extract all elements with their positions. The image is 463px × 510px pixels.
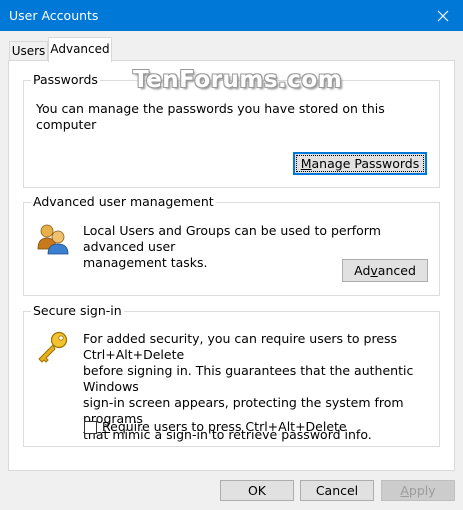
tab-advanced-label: Advanced (50, 42, 110, 56)
manage-passwords-button[interactable]: Manage Passwords (293, 152, 427, 175)
ok-button-label: OK (247, 483, 267, 498)
require-ctrl-alt-delete-checkbox[interactable] (84, 421, 97, 434)
require-ctrl-alt-delete-text: equire users to press Ctrl+Alt+Delete (110, 419, 347, 434)
advanced-user-management-group: Advanced user management Local Users and… (23, 194, 440, 296)
apply-button-label: pply (408, 483, 436, 498)
apply-button[interactable]: Apply (381, 480, 455, 501)
cancel-button[interactable]: Cancel (300, 480, 374, 501)
title-bar: User Accounts (0, 0, 463, 31)
advanced-button-label-prefix: Ad (354, 263, 371, 278)
secure-signin-title: Secure sign-in (31, 303, 124, 318)
passwords-group-title: Passwords (31, 72, 100, 87)
key-icon (38, 331, 68, 363)
tab-users[interactable]: Users (9, 41, 48, 61)
tab-panel-advanced: Passwords You can manage the passwords y… (8, 60, 455, 471)
require-ctrl-alt-delete-mnemonic: R (102, 419, 111, 434)
passwords-description: You can manage the passwords you have st… (36, 101, 385, 132)
tab-advanced[interactable]: Advanced (48, 37, 112, 62)
advanced-user-management-title: Advanced user management (31, 194, 216, 209)
close-button[interactable] (423, 0, 463, 31)
users-group-icon (37, 224, 69, 255)
ok-button[interactable]: OK (220, 480, 294, 501)
watermark: TenForums.com (133, 67, 343, 93)
close-icon (437, 10, 449, 21)
focus-rectangle (296, 155, 424, 172)
secure-signin-group: Secure sign-in For added security, you c… (23, 303, 440, 447)
apply-button-mnemonic: A (400, 483, 409, 498)
advanced-user-management-line-1: Local Users and Groups can be used to pe… (83, 223, 381, 254)
secure-signin-line-1: For added security, you can require user… (83, 331, 398, 362)
cancel-button-label: Cancel (315, 483, 359, 498)
passwords-group: Passwords You can manage the passwords y… (23, 72, 440, 188)
advanced-button-label-rest: anced (377, 263, 416, 278)
secure-signin-line-2: before signing in. This guarantees that … (83, 363, 414, 394)
require-ctrl-alt-delete-label[interactable]: Require users to press Ctrl+Alt+Delete (102, 419, 422, 435)
advanced-button-mnemonic: v (370, 263, 378, 278)
tab-users-label: Users (11, 44, 46, 58)
advanced-button[interactable]: Advanced (342, 259, 428, 282)
window-title: User Accounts (9, 8, 99, 23)
